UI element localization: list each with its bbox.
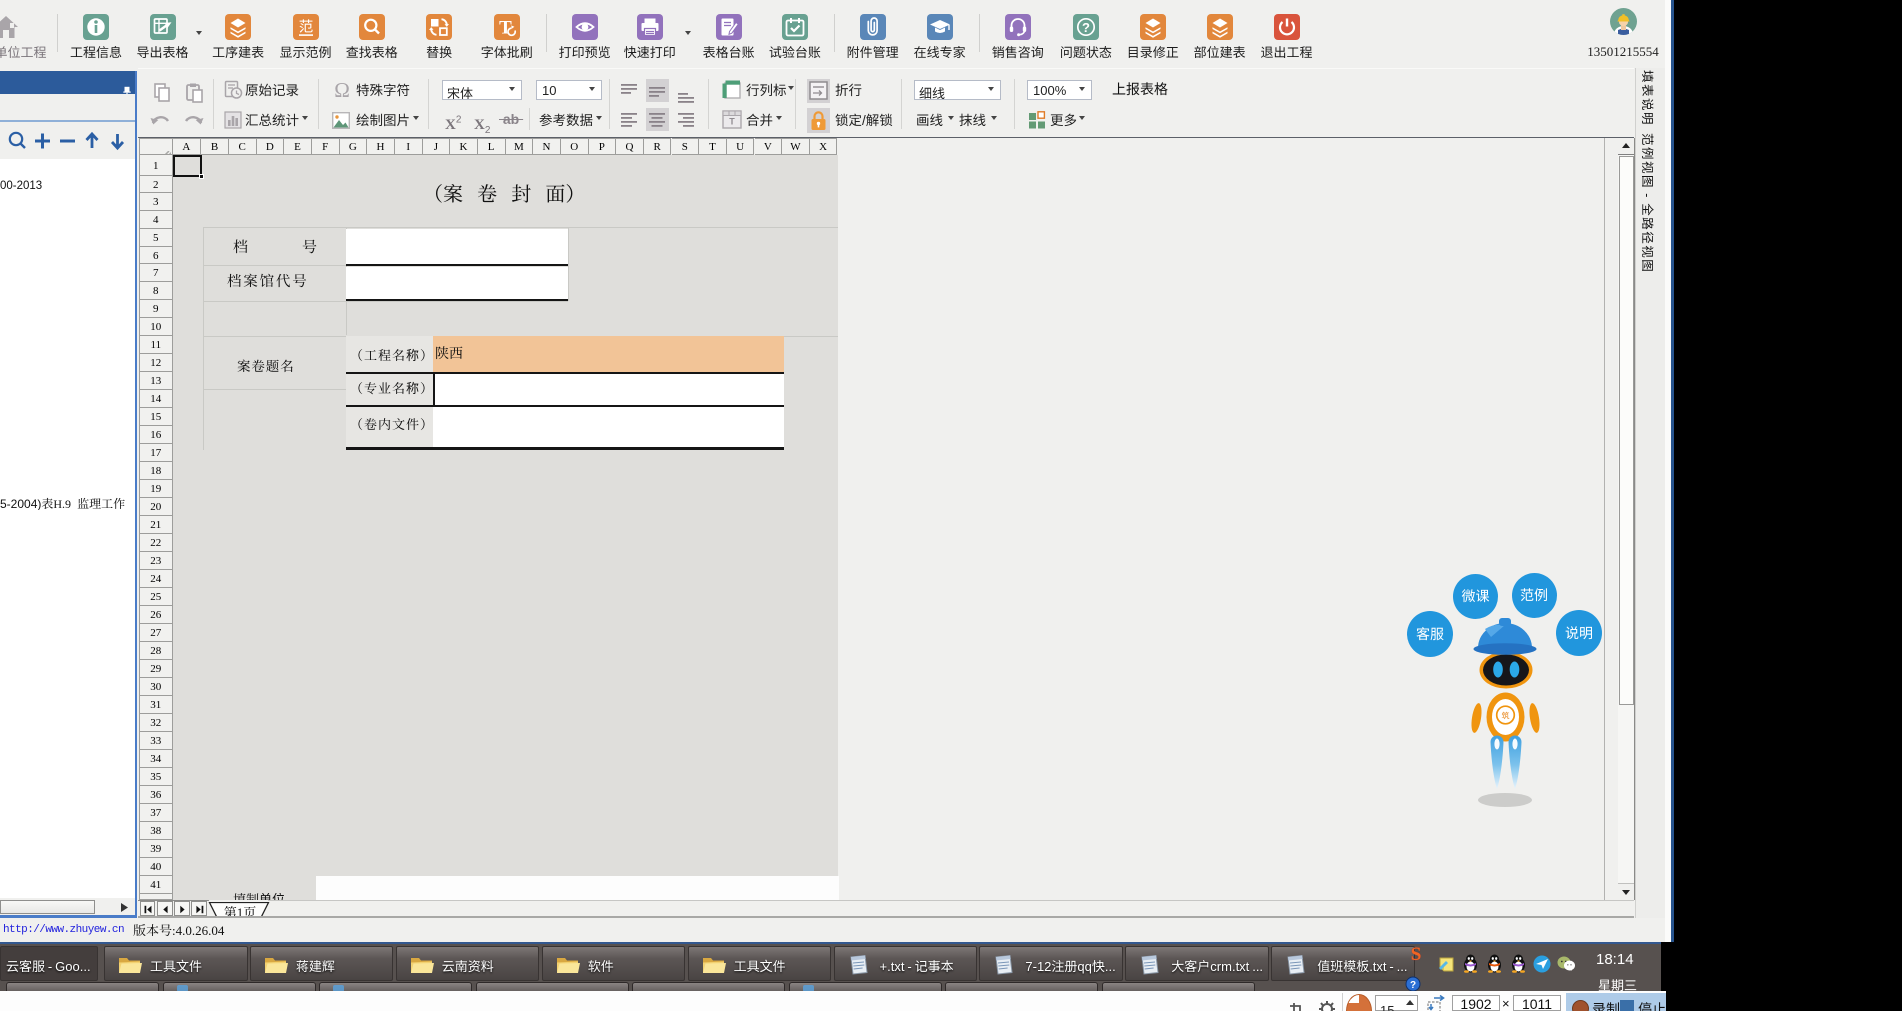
- svg-text:范: 范: [298, 16, 313, 37]
- svg-text:筑: 筑: [1502, 711, 1510, 722]
- svg-text:T: T: [729, 117, 735, 127]
- svg-text:?: ?: [1410, 980, 1416, 991]
- svg-text:?: ?: [1082, 20, 1090, 35]
